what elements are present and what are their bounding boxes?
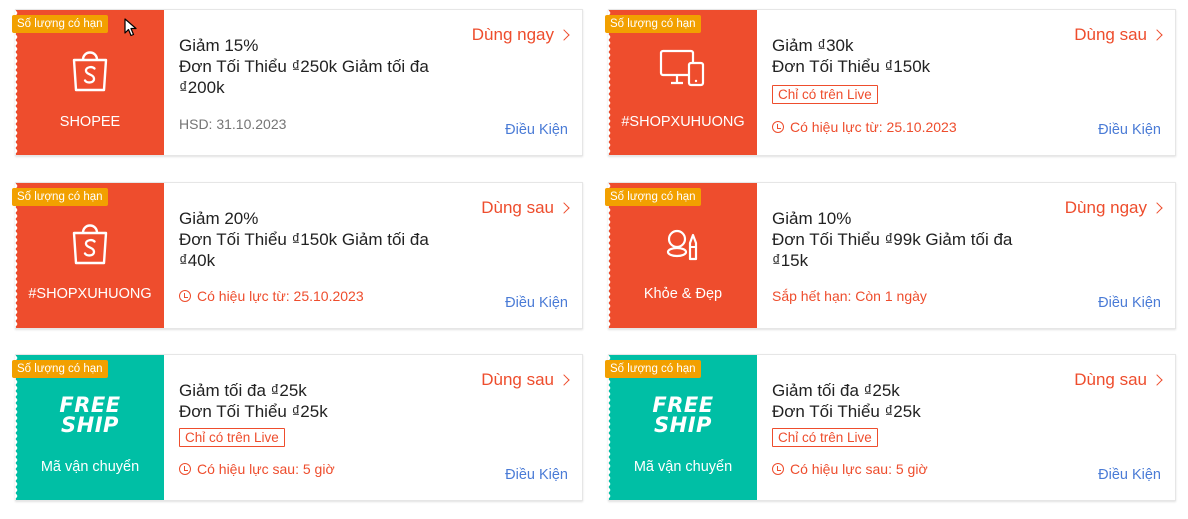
limited-quantity-badge: Số lượng có hạn xyxy=(12,15,108,33)
conditions-link[interactable]: Điều Kiện xyxy=(505,467,568,483)
voucher-card: FREE SHIP Mã vận chuyển Số lượng có hạn … xyxy=(605,354,1176,501)
voucher-category-label: Mã vận chuyển xyxy=(633,459,733,475)
clock-icon xyxy=(772,121,784,133)
chevron-right-icon xyxy=(1151,29,1163,41)
clock-icon xyxy=(772,463,784,475)
voucher-details: Giảm tối đa ₫25k Đơn Tối Thiểu ₫25k Chỉ … xyxy=(164,355,582,500)
conditions-link[interactable]: Điều Kiện xyxy=(1098,295,1161,311)
voucher-validity: Có hiệu lực sau: 5 giờ xyxy=(772,461,928,477)
voucher-title: Giảm 20% Đơn Tối Thiểu ₫150k Giảm tối đa… xyxy=(179,208,479,271)
use-later-button[interactable]: Dùng sau xyxy=(1074,370,1163,390)
clock-icon xyxy=(179,290,191,302)
conditions-link[interactable]: Điều Kiện xyxy=(505,295,568,311)
voucher-expiry-warning: Sắp hết hạn: Còn 1 ngày xyxy=(772,288,927,304)
limited-quantity-badge: Số lượng có hạn xyxy=(605,188,701,206)
live-only-tag: Chỉ có trên Live xyxy=(772,428,878,447)
voucher-category-label: SHOPEE xyxy=(59,114,121,130)
voucher-card: Khỏe & Đẹp Số lượng có hạn Giảm 10% Đơn … xyxy=(605,182,1176,329)
validity-text: Có hiệu lực sau: 5 giờ xyxy=(790,461,928,477)
voucher-details: Giảm 15% Đơn Tối Thiểu ₫250k Giảm tối đa… xyxy=(164,10,582,155)
live-only-tag: Chỉ có trên Live xyxy=(179,428,285,447)
chevron-right-icon xyxy=(558,29,570,41)
action-label: Dùng sau xyxy=(1074,370,1147,389)
voucher-validity: Có hiệu lực sau: 5 giờ xyxy=(179,461,335,477)
voucher-title: Giảm tối đa ₫25k Đơn Tối Thiểu ₫25k xyxy=(772,380,1072,422)
voucher-min-spend: Đơn Tối Thiểu ₫250k Giảm tối đa xyxy=(179,57,429,76)
freeship-logo: FREE SHIP xyxy=(59,393,121,437)
limited-quantity-badge: Số lượng có hạn xyxy=(605,15,701,33)
expiry-text: HSD: 31.10.2023 xyxy=(179,116,287,132)
voucher-discount: Giảm tối đa ₫25k xyxy=(772,381,900,400)
limited-quantity-badge: Số lượng có hạn xyxy=(12,360,108,378)
freeship-logo: FREE SHIP xyxy=(652,393,714,437)
voucher-discount: Giảm tối đa ₫25k xyxy=(179,381,307,400)
voucher-min-spend: Đơn Tối Thiểu ₫25k xyxy=(179,402,328,421)
voucher-discount: Giảm 20% xyxy=(179,209,259,228)
chevron-right-icon xyxy=(558,202,570,214)
cosmetics-icon xyxy=(609,223,757,263)
use-now-button[interactable]: Dùng ngay xyxy=(471,25,570,45)
voucher-title: Giảm ₫30k Đơn Tối Thiểu ₫150k xyxy=(772,35,1072,77)
voucher-max-discount: ₫15k xyxy=(772,251,809,270)
voucher-details: Giảm ₫30k Đơn Tối Thiểu ₫150k Chỉ có trê… xyxy=(757,10,1175,155)
chevron-right-icon xyxy=(1151,202,1163,214)
voucher-max-discount: ₫200k xyxy=(179,78,225,97)
expiry-warning-text: Sắp hết hạn: Còn 1 ngày xyxy=(772,288,927,304)
conditions-link[interactable]: Điều Kiện xyxy=(1098,122,1161,138)
voucher-validity: Có hiệu lực từ: 25.10.2023 xyxy=(772,119,957,135)
devices-icon xyxy=(609,48,757,88)
voucher-details: Giảm 10% Đơn Tối Thiểu ₫99k Giảm tối đa … xyxy=(757,183,1175,328)
action-label: Dùng sau xyxy=(1074,25,1147,44)
use-later-button[interactable]: Dùng sau xyxy=(1074,25,1163,45)
voucher-discount: Giảm ₫30k xyxy=(772,36,854,55)
voucher-card: SHOPEE Số lượng có hạn Giảm 15% Đơn Tối … xyxy=(12,9,583,156)
voucher-category-label: #SHOPXUHUONG xyxy=(621,114,745,130)
voucher-card: FREE SHIP Mã vận chuyển Số lượng có hạn … xyxy=(12,354,583,501)
voucher-min-spend: Đơn Tối Thiểu ₫150k xyxy=(772,57,931,76)
action-label: Dùng ngay xyxy=(1064,198,1147,217)
voucher-discount: Giảm 10% xyxy=(772,209,852,228)
conditions-link[interactable]: Điều Kiện xyxy=(1098,467,1161,483)
mouse-cursor-icon xyxy=(124,18,138,43)
limited-quantity-badge: Số lượng có hạn xyxy=(605,360,701,378)
clock-icon xyxy=(179,463,191,475)
validity-text: Có hiệu lực từ: 25.10.2023 xyxy=(197,288,364,304)
voucher-category-label: Mã vận chuyển xyxy=(40,459,140,475)
shopee-bag-icon xyxy=(16,46,164,94)
action-label: Dùng sau xyxy=(481,370,554,389)
voucher-details: Giảm tối đa ₫25k Đơn Tối Thiểu ₫25k Chỉ … xyxy=(757,355,1175,500)
validity-text: Có hiệu lực sau: 5 giờ xyxy=(197,461,335,477)
chevron-right-icon xyxy=(1151,374,1163,386)
voucher-discount: Giảm 15% xyxy=(179,36,259,55)
use-now-button[interactable]: Dùng ngay xyxy=(1064,198,1163,218)
action-label: Dùng ngay xyxy=(471,25,554,44)
conditions-link[interactable]: Điều Kiện xyxy=(505,122,568,138)
voucher-card: #SHOPXUHUONG Số lượng có hạn Giảm 20% Đơ… xyxy=(12,182,583,329)
chevron-right-icon xyxy=(558,374,570,386)
use-later-button[interactable]: Dùng sau xyxy=(481,198,570,218)
voucher-title: Giảm 10% Đơn Tối Thiểu ₫99k Giảm tối đa … xyxy=(772,208,1072,271)
voucher-card: #SHOPXUHUONG Số lượng có hạn Giảm ₫30k Đ… xyxy=(605,9,1176,156)
validity-text: Có hiệu lực từ: 25.10.2023 xyxy=(790,119,957,135)
voucher-min-spend: Đơn Tối Thiểu ₫150k Giảm tối đa xyxy=(179,230,429,249)
voucher-min-spend: Đơn Tối Thiểu ₫99k Giảm tối đa xyxy=(772,230,1013,249)
live-only-tag: Chỉ có trên Live xyxy=(772,85,878,104)
voucher-min-spend: Đơn Tối Thiểu ₫25k xyxy=(772,402,921,421)
voucher-details: Giảm 20% Đơn Tối Thiểu ₫150k Giảm tối đa… xyxy=(164,183,582,328)
limited-quantity-badge: Số lượng có hạn xyxy=(12,188,108,206)
voucher-max-discount: ₫40k xyxy=(179,251,216,270)
use-later-button[interactable]: Dùng sau xyxy=(481,370,570,390)
voucher-expiry: HSD: 31.10.2023 xyxy=(179,116,286,132)
action-label: Dùng sau xyxy=(481,198,554,217)
voucher-validity: Có hiệu lực từ: 25.10.2023 xyxy=(179,288,364,304)
voucher-category-label: Khỏe & Đẹp xyxy=(643,286,723,302)
voucher-category-label: #SHOPXUHUONG xyxy=(28,286,152,302)
shopee-bag-icon xyxy=(16,219,164,267)
voucher-title: Giảm 15% Đơn Tối Thiểu ₫250k Giảm tối đa… xyxy=(179,35,479,98)
voucher-title: Giảm tối đa ₫25k Đơn Tối Thiểu ₫25k xyxy=(179,380,479,422)
